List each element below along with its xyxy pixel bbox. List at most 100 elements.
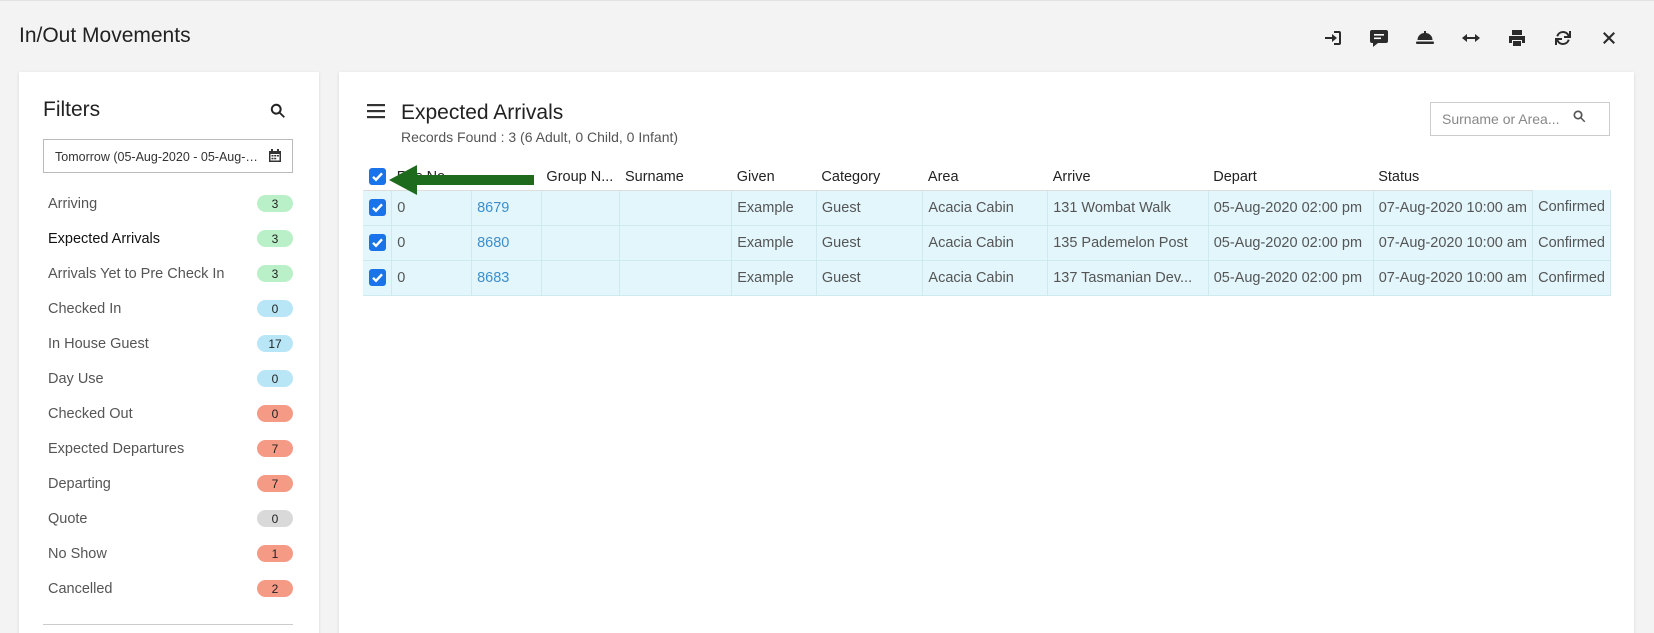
divider [43, 624, 293, 625]
col1-cell: 0 [391, 225, 473, 261]
filter-item-label: Expected Arrivals [48, 230, 161, 247]
filter-item-label: In House Guest [48, 335, 149, 352]
count-badge: 0 [257, 370, 293, 387]
res-no-link[interactable]: 8679 [471, 190, 542, 226]
records-found: Records Found : 3 (6 Adult, 0 Child, 0 I… [401, 129, 679, 145]
main-panel: Expected Arrivals Records Found : 3 (6 A… [339, 72, 1634, 633]
column-header[interactable]: Category [816, 158, 923, 191]
status-cell: Confirmed [1532, 260, 1611, 296]
column-header[interactable]: Surname [619, 158, 732, 191]
select-all-header[interactable] [363, 158, 392, 191]
spacer-cell [541, 225, 621, 261]
count-badge: 0 [257, 405, 293, 422]
calendar-icon[interactable] [268, 148, 282, 163]
given-cell: Guest [816, 260, 924, 296]
arrive-cell: 05-Aug-2020 02:00 pm [1208, 190, 1374, 226]
filter-item-label: Quote [48, 510, 88, 527]
res-no-link[interactable]: 8683 [471, 260, 542, 296]
filter-item[interactable]: Day Use 0 [43, 361, 293, 396]
filter-item[interactable]: No Show 1 [43, 536, 293, 571]
area-cell: 131 Wombat Walk [1047, 190, 1209, 226]
group-cell [619, 225, 733, 261]
search-icon[interactable] [269, 102, 289, 122]
filter-item[interactable]: Cancelled 2 [43, 571, 293, 606]
filter-item[interactable]: Checked In 0 [43, 291, 293, 326]
filter-list: Arriving 3 Expected Arrivals 3 Arrivals Yet … [43, 186, 293, 606]
column-header[interactable]: Arrive [1047, 158, 1209, 191]
count-badge: 0 [257, 300, 293, 317]
group-cell [619, 260, 733, 296]
arrive-cell: 05-Aug-2020 02:00 pm [1208, 225, 1374, 261]
filter-item-label: Cancelled [48, 580, 113, 597]
surname-cell: Example [731, 260, 817, 296]
filter-item[interactable]: Expected Arrivals 3 [43, 221, 293, 256]
count-badge: 17 [257, 335, 293, 352]
arrivals-table: Res No Res No Group N... Surname Given C… [363, 158, 1611, 296]
row-select-cell[interactable] [363, 225, 393, 261]
category-cell: Acacia Cabin [922, 260, 1049, 296]
filter-item[interactable]: Checked Out 0 [43, 396, 293, 431]
filters-title: Filters [43, 98, 101, 121]
sign-in-icon[interactable] [1310, 25, 1356, 51]
row-checkbox[interactable] [369, 234, 386, 251]
filter-item[interactable]: Departing 7 [43, 466, 293, 501]
page-title: In/Out Movements [19, 24, 191, 47]
surname-cell: Example [731, 190, 817, 226]
filter-item[interactable]: Expected Departures 7 [43, 431, 293, 466]
count-badge: 7 [257, 475, 293, 492]
column-header[interactable]: Status [1373, 158, 1533, 191]
search-icon[interactable] [1572, 109, 1587, 129]
filter-item[interactable]: In House Guest 17 [43, 326, 293, 361]
row-select-cell[interactable] [363, 260, 393, 296]
count-badge: 3 [257, 265, 293, 282]
column-header[interactable]: Given [731, 158, 817, 191]
hamburger-menu-icon[interactable] [367, 103, 385, 119]
group-cell [619, 190, 733, 226]
comment-icon[interactable] [1356, 25, 1402, 51]
table-row[interactable]: 0 8679 Example Guest Acacia Cabin 131 Wombat … [363, 190, 1611, 226]
count-badge: 3 [257, 195, 293, 212]
close-icon[interactable] [1586, 25, 1632, 51]
table-row[interactable]: 0 8683 Example Guest Acacia Cabin 137 Tasmani… [363, 260, 1611, 296]
date-range-field[interactable]: Tomorrow (05-Aug-2020 - 05-Aug-2020) [43, 139, 293, 173]
top-bar: In/Out Movements [0, 0, 1654, 72]
filter-item[interactable]: Quote 0 [43, 501, 293, 536]
table-row[interactable]: 0 8680 Example Guest Acacia Cabin 135 Pademel… [363, 225, 1611, 261]
column-header[interactable]: Res No [391, 158, 472, 191]
column-header[interactable]: Area [922, 158, 1048, 191]
filter-item-label: Expected Departures [48, 440, 185, 457]
surname-area-search[interactable] [1430, 102, 1610, 136]
count-badge: 7 [257, 440, 293, 457]
row-checkbox[interactable] [369, 199, 386, 216]
column-header[interactable]: Group N... [541, 158, 620, 191]
filter-item-label: No Show [48, 545, 107, 562]
filter-item-label: Day Use [48, 370, 104, 387]
filter-item[interactable]: Arriving 3 [43, 186, 293, 221]
area-cell: 137 Tasmanian Dev... [1047, 260, 1209, 296]
column-header[interactable]: Res No [471, 158, 542, 191]
surname-cell: Example [731, 225, 817, 261]
count-badge: 2 [257, 580, 293, 597]
bell-service-icon[interactable] [1402, 25, 1448, 51]
arrive-cell: 05-Aug-2020 02:00 pm [1208, 260, 1374, 296]
filter-item[interactable]: Arrivals Yet to Pre Check In 3 [43, 256, 293, 291]
given-cell: Guest [816, 225, 924, 261]
column-header[interactable]: Depart [1208, 158, 1374, 191]
row-select-cell[interactable] [363, 190, 393, 226]
filter-item-label: Checked Out [48, 405, 133, 422]
depart-cell: 07-Aug-2020 10:00 am [1373, 190, 1534, 226]
expand-horizontal-icon[interactable] [1448, 25, 1494, 51]
search-input[interactable] [1442, 111, 1572, 127]
refresh-icon[interactable] [1540, 25, 1586, 51]
list-title: Expected Arrivals [401, 101, 564, 124]
row-checkbox[interactable] [369, 269, 386, 286]
res-no-link[interactable]: 8680 [471, 225, 542, 261]
category-cell: Acacia Cabin [922, 190, 1049, 226]
table-header-row: Res No Res No Group N... Surname Given C… [363, 158, 1611, 191]
count-badge: 0 [257, 510, 293, 527]
print-icon[interactable] [1494, 25, 1540, 51]
depart-cell: 07-Aug-2020 10:00 am [1373, 260, 1534, 296]
count-badge: 1 [257, 545, 293, 562]
toolbar [1310, 25, 1632, 51]
select-all-checkbox[interactable] [369, 168, 386, 186]
